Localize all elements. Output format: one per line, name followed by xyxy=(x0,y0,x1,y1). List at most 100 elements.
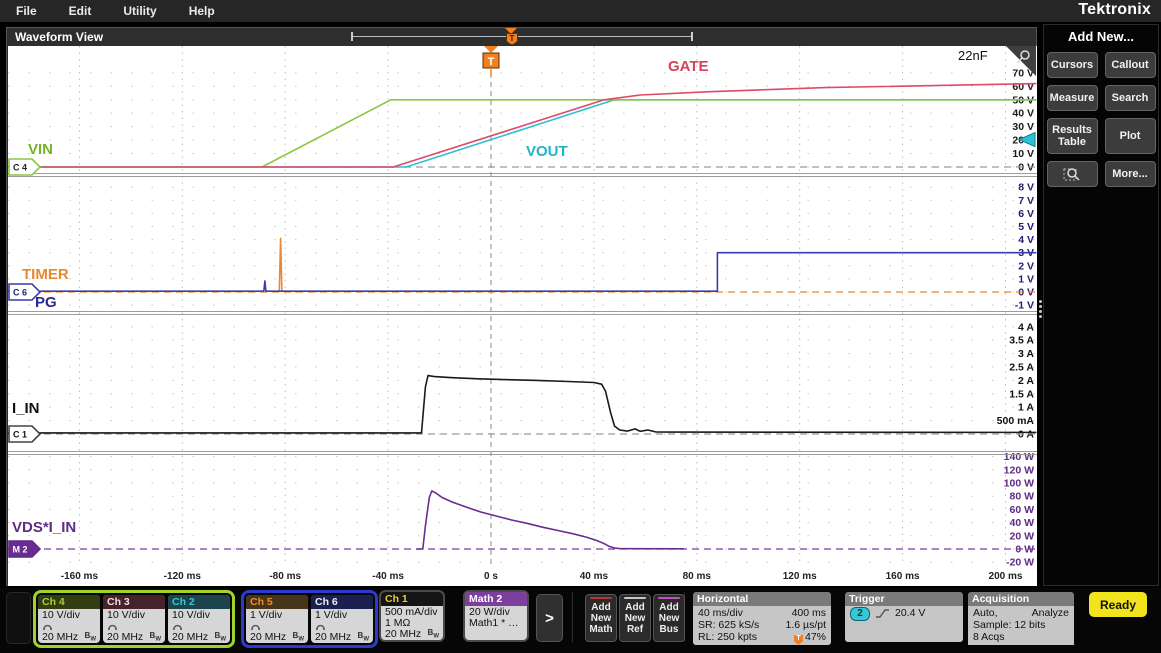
sidebar-button-cursors[interactable]: Cursors xyxy=(1046,52,1098,78)
trigger-level-value: 20.4 V xyxy=(895,607,926,619)
ground-marker-label: C 4 xyxy=(13,163,27,173)
channel-badge-ch6[interactable]: Ch 61 V/div 20 MHz BW xyxy=(311,595,373,643)
record-position-minimap[interactable]: T xyxy=(351,28,693,46)
sidebar-button-results-table[interactable]: Results Table xyxy=(1046,118,1098,154)
horizontal-value-left: RL: 250 kpts xyxy=(698,631,757,643)
channel-badge-body: 10 V/div 20 MHz BW xyxy=(103,609,165,643)
horizontal-value-left: SR: 625 kS/s xyxy=(698,619,760,631)
channel-badge-ch1[interactable]: Ch 1 500 mA/div 1 MΩ 20 MHz BW xyxy=(379,590,445,642)
horizontal-value-right: T 47% xyxy=(793,631,826,645)
horizontal-row: SR: 625 kS/s 1.6 µs/pt xyxy=(698,619,826,631)
ground-marker-label: C 6 xyxy=(13,288,27,298)
horizontal-value-right: 1.6 µs/pt xyxy=(785,619,827,631)
add-new-ref-button[interactable]: Add New Ref xyxy=(619,594,651,642)
horizontal-panel-title: Horizontal xyxy=(693,592,831,606)
scale-tick-label: 40 W xyxy=(1009,517,1034,529)
horizontal-panel[interactable]: Horizontal 40 ms/div 400 ms SR: 625 kS/s 1.6… xyxy=(693,592,831,645)
channel-badge-text: 20 MHz xyxy=(250,631,287,643)
menu-help[interactable]: Help xyxy=(173,4,231,18)
wave-label-timer: TIMER xyxy=(22,266,69,283)
rising-edge-icon xyxy=(876,609,889,618)
zoom-overlay-icon[interactable] xyxy=(1046,161,1098,187)
menu-utility[interactable]: Utility xyxy=(107,4,172,18)
settings-bar: > Ready Ch 4 10 V/div 20 MHz BW Ch 3 10 V/div… xyxy=(0,588,1161,653)
channel-badge-math2[interactable]: Math 2 20 W/div Math1 * … xyxy=(463,590,529,642)
channel-badge-row: 20 MHz BW xyxy=(172,631,226,643)
acquisition-row: 8 Acqs xyxy=(973,631,1005,643)
trigger-position-icon: T xyxy=(793,635,803,645)
scale-tick-label: 4 V xyxy=(1018,234,1034,246)
channel-badge-text: 20 MHz xyxy=(385,628,422,640)
sidebar-button-callout[interactable]: Callout xyxy=(1104,52,1156,78)
scale-tick-label: 7 V xyxy=(1018,195,1034,207)
channel-badge-ch4[interactable]: Ch 4 10 V/div 20 MHz BW xyxy=(38,595,100,643)
channel-badge-ch5[interactable]: Ch 51 V/div 20 MHz BW xyxy=(246,595,308,643)
badge-scroll-right-button[interactable]: > xyxy=(536,594,563,642)
scale-tick-label: -1 V xyxy=(1015,300,1034,312)
divider xyxy=(572,592,573,642)
scale-tick-label: 1.5 A xyxy=(1009,388,1034,400)
tektronix-logo: Tektronix xyxy=(1078,1,1151,18)
sidebar-button-more-[interactable]: More... xyxy=(1104,161,1156,187)
wave-label-gate: GATE xyxy=(668,58,709,75)
probe-icon xyxy=(251,624,260,631)
channel-badge-row: 10 V/div xyxy=(172,610,226,621)
menu-edit[interactable]: Edit xyxy=(53,4,108,18)
acquisition-analyze[interactable]: Analyze xyxy=(1032,607,1069,619)
ground-marker-label: C 1 xyxy=(13,430,27,440)
acquisition-panel-title: Acquisition xyxy=(968,592,1074,606)
channel-badge-text: 20 MHz xyxy=(315,631,352,643)
channel-badge-body: 20 W/div Math1 * … xyxy=(465,606,527,629)
wave-label-vds-i-in: VDS*I_IN xyxy=(12,519,76,536)
channel-badge-header: Ch 6 xyxy=(311,595,373,609)
waveform-plot[interactable]: 70 V60 V50 V40 V30 V20 V10 V0 V8 V7 V6 V… xyxy=(7,46,1037,586)
scroll-left-button[interactable] xyxy=(6,592,31,644)
time-axis-label: -160 ms xyxy=(61,571,99,582)
scale-tick-label: 5 V xyxy=(1018,221,1034,233)
probe-icon xyxy=(43,624,52,631)
add-new-label: Add New Bus xyxy=(658,601,680,635)
add-new-math-button[interactable]: Add New Math xyxy=(585,594,617,642)
sidebar-button-plot[interactable]: Plot xyxy=(1104,118,1156,154)
bandwidth-limit-icon: BW xyxy=(149,630,161,643)
channel-badge-body: 10 V/div 20 MHz BW xyxy=(38,609,100,643)
acquisition-panel[interactable]: Acquisition Auto, Analyze Sample: 12 bits 8 … xyxy=(968,592,1074,648)
menu-bar: File Edit Utility Help xyxy=(0,0,1161,22)
channel-badge-ch2[interactable]: Ch 2 10 V/div 20 MHz BW xyxy=(168,595,230,643)
callout-22nf[interactable]: 22nF xyxy=(958,48,988,63)
sidebar-button-measure[interactable]: Measure xyxy=(1046,85,1098,111)
bandwidth-limit-icon: BW xyxy=(292,630,304,643)
acquisition-mode: Auto, xyxy=(973,607,998,619)
channel-group-1: Ch 51 V/div 20 MHz BW Ch 61 V/div 20 MHz BW xyxy=(241,590,378,648)
time-axis-label: 0 s xyxy=(484,571,498,582)
horizontal-row: 40 ms/div 400 ms xyxy=(698,607,826,619)
oscilloscope-screen: { "menu": {"items": ["File", "Edit", "Ut… xyxy=(0,0,1161,653)
scale-tick-label: 3.5 A xyxy=(1009,335,1034,347)
channel-badge-text: 20 MHz xyxy=(42,631,79,643)
scale-tick-label: 20 W xyxy=(1009,530,1034,542)
minimap-rail xyxy=(351,36,693,37)
channel-badge-text: 10 V/div xyxy=(172,609,210,621)
channel-group-0: Ch 4 10 V/div 20 MHz BW Ch 3 10 V/div 20 MHz BW… xyxy=(33,590,235,648)
trigger-panel[interactable]: Trigger 2 20.4 V xyxy=(845,592,963,642)
bandwidth-limit-icon: BW xyxy=(84,630,96,643)
scale-tick-label: 140 W xyxy=(1004,451,1034,463)
channel-badge-header: Ch 5 xyxy=(246,595,308,609)
channel-badge-ch3[interactable]: Ch 3 10 V/div 20 MHz BW xyxy=(103,595,165,643)
wave-label-vout: VOUT xyxy=(526,143,568,160)
channel-badge-text: 10 V/div xyxy=(107,609,145,621)
time-axis-label: 80 ms xyxy=(683,571,712,582)
probe-icon xyxy=(173,624,182,631)
channel-badge-header: Ch 1 xyxy=(381,592,443,606)
menu-file[interactable]: File xyxy=(0,4,53,18)
channel-badge-text: 20 MHz xyxy=(107,631,144,643)
tab-waveform-view[interactable]: Waveform View xyxy=(15,30,103,44)
channel-badge-row: 20 MHz BW xyxy=(385,628,439,640)
scale-tick-label: 2 V xyxy=(1018,260,1034,272)
sidebar-button-search[interactable]: Search xyxy=(1104,85,1156,111)
minimap-right-cap xyxy=(691,32,693,41)
channel-badge-row: Math1 * … xyxy=(469,618,523,629)
add-new-bus-button[interactable]: Add New Bus xyxy=(653,594,685,642)
minimap-trigger-marker-icon[interactable]: T xyxy=(506,33,518,45)
channel-badge-row: 20 MHz BW xyxy=(42,630,96,643)
